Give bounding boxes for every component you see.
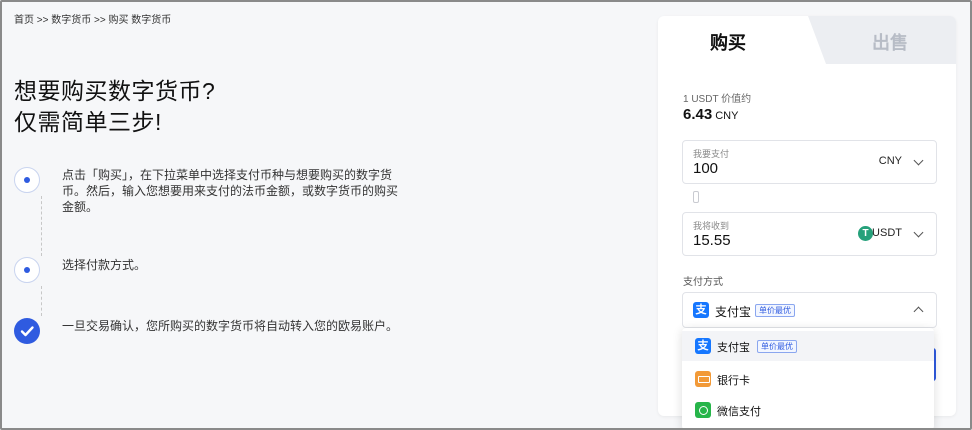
breadcrumb[interactable]: 首页 >> 数字货币 >> 购买 数字货币	[14, 11, 171, 26]
payment-method-label: 支付方式	[683, 277, 723, 288]
rate-amount: 6.43	[683, 106, 713, 123]
tab-sell[interactable]: 出售	[872, 29, 908, 55]
wechat-pay-icon	[695, 402, 711, 418]
payment-method-selected: 支付宝	[715, 305, 752, 319]
payment-option-alipay[interactable]: 支 支付宝 单价最优	[682, 331, 934, 361]
pay-amount-input[interactable]: 100	[693, 160, 718, 177]
payment-option-wechat[interactable]: 微信支付	[682, 395, 934, 425]
alipay-icon: 支	[693, 302, 709, 318]
step-dot-icon	[14, 167, 40, 193]
trade-tabs: 购买 出售	[658, 16, 956, 64]
receive-amount-label: 我将收到	[693, 221, 730, 231]
receive-amount-field[interactable]: 我将收到 15.55 T USDT	[682, 212, 937, 256]
rate-value: 6.43 CNY	[683, 106, 738, 123]
step-2-text: 选择付款方式。	[62, 258, 147, 272]
payment-option-label: 微信支付	[717, 406, 761, 418]
step-1: 点击「购买」，在下拉菜单中选择支付币种与想要购买的数字货币。然后，输入您想要用来…	[14, 167, 414, 217]
page-title: 想要购买数字货币? 仅需简单三步!	[14, 76, 215, 138]
payment-option-bank-card[interactable]: 银行卡	[682, 364, 934, 394]
payment-method-dropdown: 支 支付宝 单价最优 银行卡 微信支付	[682, 328, 934, 430]
payment-option-label: 支付宝	[717, 342, 750, 354]
step-3-text: 一旦交易确认，您所购买的数字货币将自动转入您的欧易账户。	[62, 319, 399, 333]
step-3: 一旦交易确认，您所购买的数字货币将自动转入您的欧易账户。	[14, 318, 414, 358]
bank-card-icon	[695, 371, 711, 387]
step-connector	[41, 286, 42, 316]
step-1-text: 点击「购买」，在下拉菜单中选择支付币种与想要购买的数字货币。然后，输入您想要用来…	[62, 168, 399, 214]
best-price-badge: 单价最优	[757, 340, 797, 353]
pay-amount-field[interactable]: 我要支付 100 CNY	[682, 140, 937, 184]
check-circle-icon	[14, 318, 40, 344]
alipay-icon: 支	[695, 338, 711, 354]
tether-icon: T	[858, 226, 873, 241]
receive-amount-input[interactable]: 15.55	[693, 232, 731, 249]
tab-buy[interactable]: 购买	[710, 29, 746, 55]
receive-currency-select[interactable]: USDT	[872, 227, 902, 239]
step-dot-icon	[14, 257, 40, 283]
pay-amount-label: 我要支付	[693, 149, 730, 159]
chevron-up-icon[interactable]	[913, 306, 924, 317]
chevron-down-icon[interactable]	[913, 227, 924, 238]
rate-currency: CNY	[715, 110, 739, 122]
chevron-down-icon[interactable]	[913, 155, 924, 166]
pay-currency-select[interactable]: CNY	[879, 155, 902, 167]
swap-icon	[693, 191, 699, 203]
rate-label: 1 USDT 价值约	[683, 94, 752, 105]
step-2: 选择付款方式。	[14, 257, 414, 287]
payment-method-select[interactable]: 支 支付宝 单价最优	[682, 292, 937, 328]
best-price-badge: 单价最优	[755, 304, 795, 317]
payment-option-label: 银行卡	[717, 375, 750, 387]
page-title-line-2: 仅需简单三步!	[14, 109, 162, 135]
page-title-line-1: 想要购买数字货币?	[14, 78, 216, 104]
